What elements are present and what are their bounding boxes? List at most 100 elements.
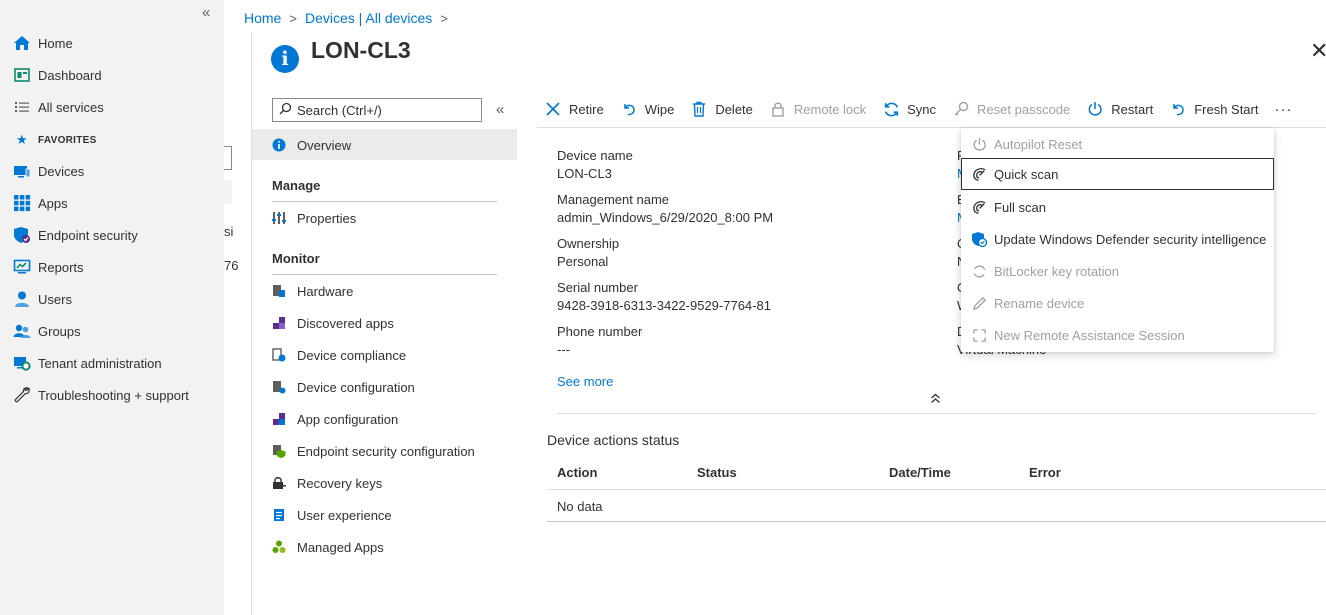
favorites-header: ★ FAVORITES xyxy=(16,132,97,147)
column-header-action[interactable]: Action xyxy=(557,465,597,480)
restart-button[interactable]: Restart xyxy=(1086,100,1153,118)
list-icon xyxy=(12,97,32,117)
management-name-value: admin_Windows_6/29/2020_8:00 PM xyxy=(557,210,774,225)
collapse-essentials-icon[interactable] xyxy=(930,392,941,407)
menu-item-user-experience[interactable]: User experience xyxy=(271,505,392,525)
nav-item-home[interactable]: Home xyxy=(12,31,73,55)
menu-item-overview[interactable]: Overview xyxy=(271,135,351,155)
menu-item-label: Device compliance xyxy=(297,347,407,363)
essentials-divider xyxy=(557,413,1316,414)
delete-button[interactable]: Delete xyxy=(690,100,753,118)
column-header-datetime[interactable]: Date/Time xyxy=(889,465,951,480)
nav-item-label: All services xyxy=(38,99,104,115)
fresh-start-button[interactable]: Fresh Start xyxy=(1169,100,1258,118)
managed-apps-icon xyxy=(271,539,287,555)
nav-item-groups[interactable]: Groups xyxy=(12,319,81,343)
serial-number-label: Serial number xyxy=(557,280,638,295)
menu-item-device-compliance[interactable]: Device compliance xyxy=(271,345,406,365)
breadcrumb-home[interactable]: Home xyxy=(244,10,281,26)
nav-item-users[interactable]: Users xyxy=(12,287,72,311)
user-icon xyxy=(12,289,32,309)
more-actions-button[interactable]: ··· xyxy=(1274,101,1292,118)
menu-item-app-configuration[interactable]: App configuration xyxy=(271,409,398,429)
nav-item-label: Devices xyxy=(38,163,85,179)
page-title: LON-CL3 xyxy=(311,37,411,63)
see-more-link[interactable]: See more xyxy=(557,374,613,389)
menu-item-label: App configuration xyxy=(297,411,399,427)
phone-number-value: --- xyxy=(557,342,570,357)
undo-icon xyxy=(620,100,638,118)
breadcrumb: Home > Devices | All devices > xyxy=(244,10,456,26)
nav-item-troubleshooting[interactable]: Troubleshooting + support xyxy=(12,383,189,407)
close-icon[interactable]: ✕ xyxy=(1310,40,1326,62)
menu-item-label: Managed Apps xyxy=(297,539,384,555)
nav-item-reports[interactable]: Reports xyxy=(12,255,84,279)
nav-item-devices[interactable]: Devices xyxy=(12,159,84,183)
menu-item-autopilot-reset[interactable]: Autopilot Reset xyxy=(961,128,1274,160)
management-name-label: Management name xyxy=(557,192,670,207)
menu-item-remote-assistance[interactable]: New Remote Assistance Session xyxy=(961,319,1274,351)
menu-item-rename-device[interactable]: Rename device xyxy=(961,287,1274,319)
apps-grid-icon xyxy=(12,193,32,213)
search-input[interactable] xyxy=(297,102,472,118)
nav-item-label: Dashboard xyxy=(38,67,102,83)
device-actions-status-title: Device actions status xyxy=(547,432,680,448)
menu-item-full-scan[interactable]: Full scan xyxy=(961,191,1274,223)
column-header-status[interactable]: Status xyxy=(697,465,737,480)
more-actions-dropdown: Autopilot Reset Quick scan Full scan Upd… xyxy=(961,128,1274,352)
sync-button[interactable]: Sync xyxy=(882,100,936,118)
retire-button[interactable]: Retire xyxy=(544,100,604,118)
remote-assistance-icon xyxy=(970,326,988,344)
properties-icon xyxy=(271,210,287,226)
trash-icon xyxy=(690,100,708,118)
menu-item-properties[interactable]: Properties xyxy=(271,208,356,228)
pencil-icon xyxy=(970,294,988,312)
menu-item-hardware[interactable]: Hardware xyxy=(271,281,353,301)
shield-icon xyxy=(12,225,32,245)
menu-search[interactable] xyxy=(272,98,482,122)
menu-item-discovered-apps[interactable]: Discovered apps xyxy=(271,313,394,333)
search-icon xyxy=(279,102,292,118)
device-compliance-icon xyxy=(271,347,287,363)
chevron-right-icon: > xyxy=(289,10,297,26)
background-text-fragment: 76 xyxy=(224,258,239,273)
menu-item-quick-scan[interactable]: Quick scan xyxy=(961,158,1274,190)
chevron-right-icon: > xyxy=(440,10,448,26)
collapse-menu-icon[interactable]: « xyxy=(496,101,504,118)
groups-icon xyxy=(12,321,32,341)
nav-item-endpoint-security[interactable]: Endpoint security xyxy=(12,223,138,247)
nav-item-dashboard[interactable]: Dashboard xyxy=(12,63,102,87)
menu-item-label: Device configuration xyxy=(297,379,415,395)
remote-lock-button[interactable]: Remote lock xyxy=(769,100,866,118)
menu-item-device-configuration[interactable]: Device configuration xyxy=(271,377,415,397)
column-header-error[interactable]: Error xyxy=(1029,465,1061,480)
collapse-nav-icon[interactable]: « xyxy=(202,4,210,21)
menu-item-update-defender[interactable]: Update Windows Defender security intelli… xyxy=(961,223,1274,255)
power-icon xyxy=(1086,100,1104,118)
menu-item-bitlocker-rotation[interactable]: BitLocker key rotation xyxy=(961,255,1274,287)
nav-item-label: Home xyxy=(38,35,73,51)
endpoint-security-config-icon xyxy=(271,443,287,459)
background-text-fragment: si xyxy=(224,224,234,239)
nav-item-apps[interactable]: Apps xyxy=(12,191,68,215)
breadcrumb-devices[interactable]: Devices | All devices xyxy=(305,10,432,26)
user-experience-icon xyxy=(271,507,287,523)
background-row-band xyxy=(224,180,232,204)
table-header-divider xyxy=(547,489,1326,490)
monitor-header: Monitor xyxy=(272,251,320,266)
menu-item-recovery-keys[interactable]: Recovery keys xyxy=(271,473,382,493)
menu-divider xyxy=(272,274,497,275)
nav-item-label: Users xyxy=(38,291,72,307)
device-name-value: LON-CL3 xyxy=(557,166,612,181)
hardware-icon xyxy=(271,283,287,299)
ownership-label: Ownership xyxy=(557,236,620,251)
nav-item-tenant-administration[interactable]: Tenant administration xyxy=(12,351,162,375)
menu-item-label: User experience xyxy=(297,507,392,523)
nav-item-all-services[interactable]: All services xyxy=(12,95,104,119)
reset-passcode-button[interactable]: Reset passcode xyxy=(952,100,1070,118)
menu-item-managed-apps[interactable]: Managed Apps xyxy=(271,537,384,557)
menu-item-endpoint-security-configuration[interactable]: Endpoint security configuration xyxy=(271,441,475,461)
wipe-button[interactable]: Wipe xyxy=(620,100,674,118)
info-icon: i xyxy=(271,45,299,73)
menu-item-label: Overview xyxy=(297,137,352,153)
